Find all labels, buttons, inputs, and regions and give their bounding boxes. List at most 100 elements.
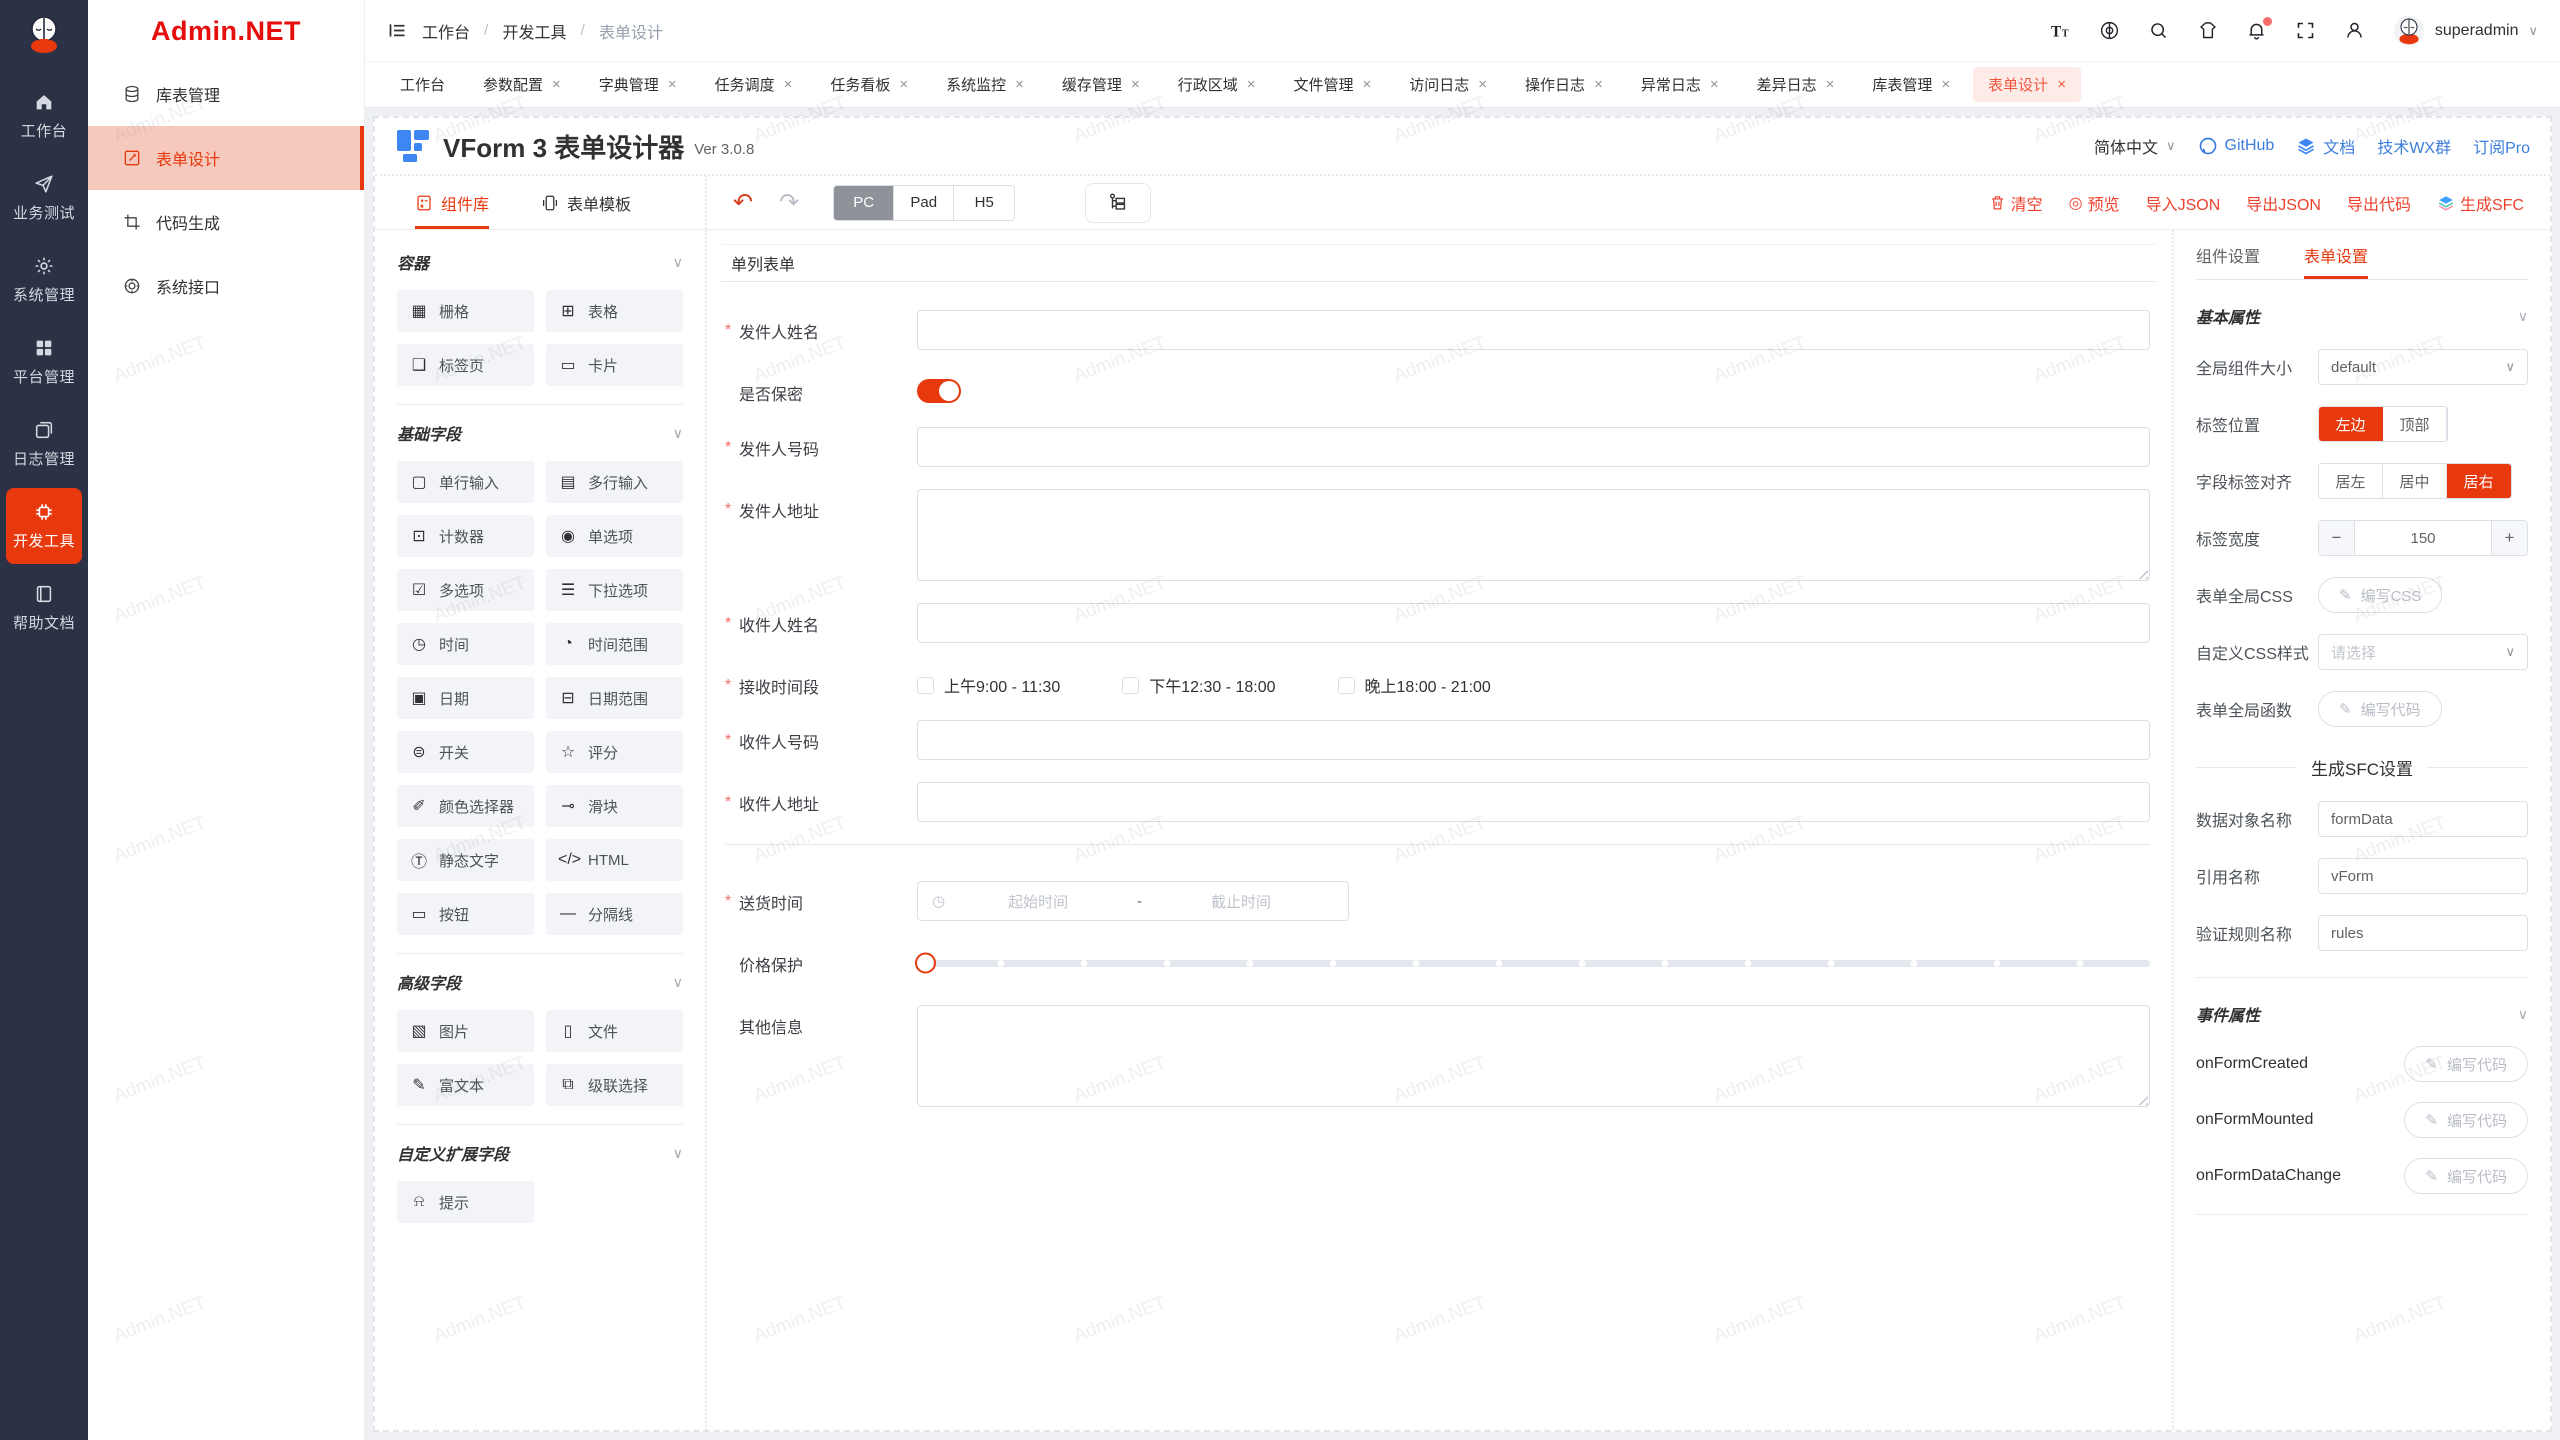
checkbox-option[interactable]: 下午12:30 - 18:00 (1122, 673, 1275, 697)
stepper-minus-button[interactable]: − (2319, 521, 2355, 555)
component-item[interactable]: Ⓣ 静态文字 (397, 839, 534, 881)
sidebar-item-code-gen[interactable]: 代码生成 (88, 190, 364, 254)
component-item[interactable]: ▣ 日期 (397, 677, 534, 719)
clear-button[interactable]: 清空 (1989, 191, 2043, 215)
data-object-name-input[interactable]: formData (2318, 801, 2528, 837)
page-tab[interactable]: 参数配置 × (468, 67, 576, 102)
chevron-down-icon[interactable]: ∨ (673, 425, 683, 442)
tab-widget-settings[interactable]: 组件设置 (2196, 230, 2260, 279)
slider-handle[interactable] (915, 953, 936, 974)
rail-item-system-mgmt[interactable]: 系统管理 (6, 242, 82, 318)
user-menu[interactable]: superadmin ∨ (2393, 15, 2538, 47)
chevron-down-icon[interactable]: ∨ (2518, 308, 2528, 325)
form-row-sender-phone[interactable]: 发件人号码 (725, 427, 2150, 467)
page-tab[interactable]: 工作台 (385, 67, 460, 102)
secret-toggle[interactable] (917, 379, 961, 403)
form-title-widget[interactable]: 单列表单 (721, 244, 2156, 282)
tab-close-icon[interactable]: × (1941, 77, 1950, 92)
subscribe-pro-link[interactable]: 订阅Pro (2473, 134, 2530, 158)
price-protect-slider[interactable] (917, 943, 2150, 983)
component-item[interactable]: ❑ 标签页 (397, 344, 534, 386)
component-item[interactable]: ⊟ 日期范围 (546, 677, 683, 719)
chevron-down-icon[interactable]: ∨ (673, 974, 683, 991)
resize-handle-icon[interactable] (2137, 568, 2148, 579)
page-tab[interactable]: 访问日志 × (1394, 67, 1502, 102)
form-row-sender-name[interactable]: 发件人姓名 (725, 310, 2150, 350)
other-info-textarea[interactable] (917, 1005, 2150, 1107)
resize-handle-icon[interactable] (2137, 1094, 2148, 1105)
breadcrumb-item[interactable]: 工作台 (422, 19, 470, 43)
tab-close-icon[interactable]: × (899, 77, 908, 92)
redo-icon[interactable]: ↷ (779, 191, 799, 215)
tab-form-settings[interactable]: 表单设置 (2304, 230, 2368, 279)
chevron-down-icon[interactable]: ∨ (673, 254, 683, 271)
tab-close-icon[interactable]: × (1015, 77, 1024, 92)
sidebar-item-db-table-mgmt[interactable]: 库表管理 (88, 62, 364, 126)
breadcrumb-item[interactable]: 开发工具 (502, 19, 566, 43)
component-item[interactable]: ☑ 多选项 (397, 569, 534, 611)
sidebar-item-form-design[interactable]: 表单设计 (88, 126, 364, 190)
checkbox-icon[interactable] (1122, 677, 1139, 694)
css-class-select[interactable]: 请选择 ∨ (2318, 634, 2528, 670)
tab-close-icon[interactable]: × (1594, 77, 1603, 92)
checkbox-icon[interactable] (1338, 677, 1355, 694)
docs-link[interactable]: 文档 (2296, 134, 2355, 158)
segment-option[interactable]: 居右 (2447, 464, 2511, 498)
rail-item-workbench[interactable]: 工作台 (6, 78, 82, 154)
font-size-icon[interactable]: TT (2050, 20, 2072, 42)
tab-close-icon[interactable]: × (1247, 77, 1256, 92)
segment-option[interactable]: 居左 (2319, 464, 2383, 498)
checkbox-option[interactable]: 上午9:00 - 11:30 (917, 673, 1060, 697)
page-tab[interactable]: 差异日志 × (1742, 67, 1850, 102)
page-tab[interactable]: 库表管理 × (1857, 67, 1965, 102)
page-tab[interactable]: 任务调度 × (700, 67, 808, 102)
component-item[interactable]: ◔ 时间范围 (546, 623, 683, 665)
form-row-receiver-phone[interactable]: 收件人号码 (725, 720, 2150, 760)
component-item[interactable]: ☆ 评分 (546, 731, 683, 773)
page-tab[interactable]: 文件管理 × (1278, 67, 1386, 102)
tab-close-icon[interactable]: × (1710, 77, 1719, 92)
edit-event-code-button[interactable]: ✎ 编写代码 (2404, 1046, 2528, 1082)
import-json-button[interactable]: 导入JSON (2146, 191, 2221, 215)
form-row-time-slots[interactable]: 接收时间段 上午9:00 - 11:30 (725, 665, 2150, 698)
rail-item-platform-mgmt[interactable]: 平台管理 (6, 324, 82, 400)
tab-close-icon[interactable]: × (2057, 77, 2066, 92)
receiver-name-input[interactable] (917, 603, 2150, 643)
segment-option[interactable]: 顶部 (2383, 407, 2447, 441)
rail-item-dev-tools[interactable]: 开发工具 (6, 488, 82, 564)
stepper-value[interactable]: 150 (2355, 521, 2491, 555)
component-item[interactable]: ⊜ 开关 (397, 731, 534, 773)
tab-form-templates[interactable]: 表单模板 (541, 176, 631, 229)
receiver-addr-input[interactable] (917, 782, 2150, 822)
device-h5-button[interactable]: H5 (954, 186, 1014, 220)
node-tree-button[interactable] (1085, 183, 1151, 223)
component-item[interactable]: ☰ 下拉选项 (546, 569, 683, 611)
export-json-button[interactable]: 导出JSON (2246, 191, 2321, 215)
wx-group-link[interactable]: 技术WX群 (2377, 134, 2451, 158)
page-tab[interactable]: 系统监控 × (931, 67, 1039, 102)
rules-name-input[interactable]: rules (2318, 915, 2528, 951)
rail-item-help-docs[interactable]: 帮助文档 (6, 570, 82, 646)
search-icon[interactable] (2148, 20, 2170, 42)
checkbox-icon[interactable] (917, 677, 934, 694)
page-tab[interactable]: 异常日志 × (1626, 67, 1734, 102)
export-code-button[interactable]: 导出代码 (2347, 191, 2411, 215)
chevron-down-icon[interactable]: ∨ (673, 1145, 683, 1162)
form-row-price-protect[interactable]: 价格保护 (725, 943, 2150, 983)
form-row-other-info[interactable]: 其他信息 (725, 1005, 2150, 1107)
form-row-receiver-name[interactable]: 收件人姓名 (725, 603, 2150, 643)
rail-item-log-mgmt[interactable]: 日志管理 (6, 406, 82, 482)
theme-icon[interactable] (2197, 20, 2219, 42)
global-size-select[interactable]: default ∨ (2318, 349, 2528, 385)
tab-close-icon[interactable]: × (552, 77, 561, 92)
form-row-delivery-time[interactable]: 送货时间 ◷ 起始时间 - 截止时间 (725, 881, 2150, 921)
fullscreen-icon[interactable] (2295, 20, 2317, 42)
page-tab[interactable]: 缓存管理 × (1047, 67, 1155, 102)
component-item[interactable]: ⊸ 滑块 (546, 785, 683, 827)
generate-sfc-button[interactable]: 生成SFC (2437, 191, 2524, 215)
undo-icon[interactable]: ↶ (733, 191, 753, 215)
segment-option[interactable]: 居中 (2383, 464, 2447, 498)
tab-close-icon[interactable]: × (1478, 77, 1487, 92)
edit-event-code-button[interactable]: ✎ 编写代码 (2404, 1158, 2528, 1194)
component-item[interactable]: ▤ 多行输入 (546, 461, 683, 503)
